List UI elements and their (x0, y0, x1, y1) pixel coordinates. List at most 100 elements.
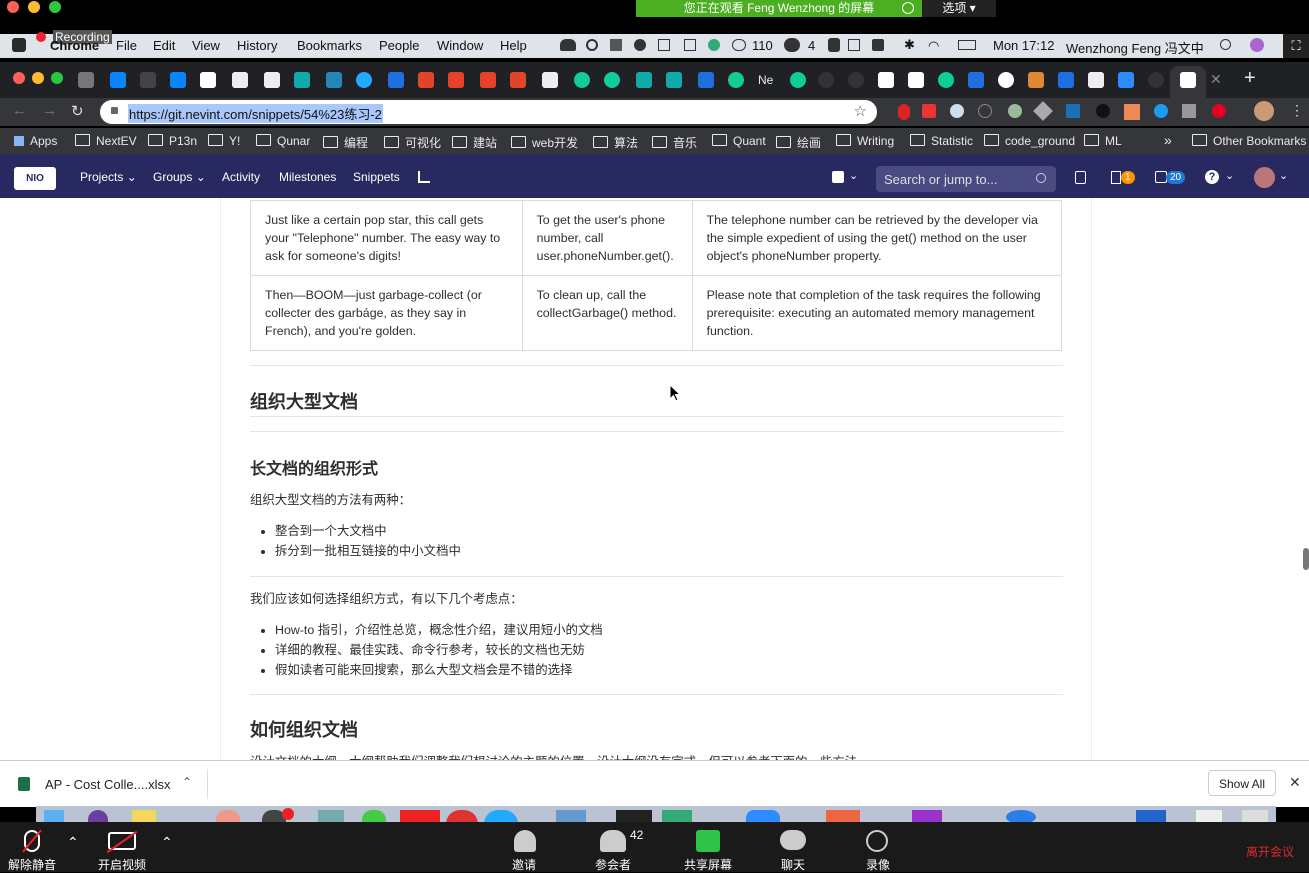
tab-zhihu-icon[interactable] (110, 72, 126, 88)
status-globe-icon[interactable] (708, 39, 720, 51)
plus-icon[interactable] (832, 171, 844, 183)
nav-projects[interactable]: Projects ⌄ (80, 170, 137, 184)
chevron-down-icon[interactable]: ⌄ (849, 169, 858, 182)
tab-favicon-icon[interactable] (140, 72, 156, 88)
participants-label[interactable]: 参会者 (595, 856, 631, 873)
chevron-down-icon[interactable]: ⌄ (1279, 169, 1288, 182)
tab-google-icon[interactable] (998, 72, 1014, 88)
bookmark-other[interactable]: Other Bookmarks (1192, 134, 1306, 148)
scrollbar-thumb[interactable] (1303, 548, 1309, 570)
bookmark-star-icon[interactable]: ☆ (854, 102, 867, 120)
tab-doc-icon[interactable] (542, 72, 558, 88)
options-button[interactable]: 选项 ▾ (922, 0, 996, 17)
menu-help[interactable]: Help (500, 38, 527, 53)
ext-icon[interactable] (950, 104, 964, 118)
ext-rss-icon[interactable] (1124, 104, 1140, 120)
tab-app-icon[interactable] (818, 72, 834, 88)
bookmark-folder[interactable]: Statistic (910, 134, 973, 148)
wechat-icon[interactable] (784, 38, 800, 52)
tab-app-icon[interactable] (326, 72, 342, 88)
chrome-close-icon[interactable] (13, 72, 25, 84)
wifi-icon[interactable]: ◠ (928, 38, 939, 54)
ext-e-icon[interactable] (922, 104, 936, 118)
issues-icon[interactable] (1075, 171, 1086, 184)
tab-gitlab-icon[interactable] (418, 72, 434, 88)
ext-hand-icon[interactable] (898, 104, 910, 120)
back-icon[interactable]: ← (12, 102, 27, 119)
nav-snippets[interactable]: Snippets (353, 170, 400, 184)
tab-doc-icon[interactable] (232, 72, 248, 88)
chevron-up-icon[interactable]: ⌃ (67, 834, 79, 851)
status-square-icon[interactable] (658, 39, 670, 51)
tab-label[interactable]: Ne (758, 73, 773, 87)
bookmark-folder[interactable]: Y! (208, 134, 240, 148)
menu-history[interactable]: History (237, 38, 277, 53)
apple-icon[interactable] (12, 38, 26, 52)
search-input[interactable]: Search or jump to... (876, 166, 1056, 192)
user-avatar[interactable] (1254, 167, 1275, 188)
invite-label[interactable]: 邀请 (512, 856, 536, 873)
share-screen-label[interactable]: 共享屏幕 (684, 856, 732, 873)
merge-request-icon[interactable] (1111, 171, 1121, 184)
start-video-label[interactable]: 开启视频 (98, 856, 146, 873)
ext-icon[interactable] (1182, 104, 1196, 118)
tab-gitlab-icon[interactable] (480, 72, 496, 88)
sync-icon[interactable] (586, 39, 598, 51)
bookmark-folder[interactable]: 绘画 (776, 134, 821, 151)
chart-icon[interactable] (418, 171, 430, 183)
zoom-window-icon[interactable] (49, 1, 61, 13)
menu-app-name[interactable]: Chrome (50, 38, 99, 53)
notification-center-icon[interactable]: ⛶ (1283, 34, 1309, 58)
record-icon[interactable] (866, 830, 888, 852)
tab-app-icon[interactable] (1148, 72, 1164, 88)
tab-zoom-icon[interactable] (1118, 72, 1134, 88)
tab-app-icon[interactable] (790, 72, 806, 88)
ext-icon[interactable] (1096, 104, 1110, 118)
tab-gitlab-icon[interactable] (448, 72, 464, 88)
unmute-label[interactable]: 解除静音 (8, 856, 56, 873)
tab-app-icon[interactable] (356, 72, 372, 88)
minimize-window-icon[interactable] (28, 1, 40, 13)
chrome-menu-icon[interactable]: ⋮ (1290, 102, 1304, 119)
tab-app-icon[interactable] (294, 72, 310, 88)
bookmark-folder[interactable]: 音乐 (652, 134, 697, 151)
share-screen-icon[interactable] (696, 830, 720, 852)
battery-icon[interactable] (958, 40, 976, 50)
chrome-minimize-icon[interactable] (32, 72, 44, 84)
tab-app-icon[interactable] (1028, 72, 1044, 88)
chevron-down-icon[interactable]: ⌄ (1225, 169, 1234, 182)
omnibox[interactable]: https://git.nevint.com/snippets/54%23练习-… (100, 100, 877, 124)
tab-app-icon[interactable] (878, 72, 894, 88)
siri-icon[interactable] (1250, 38, 1264, 52)
bookmark-folder[interactable]: 算法 (593, 134, 638, 151)
tab-close-icon[interactable]: ✕ (1210, 71, 1222, 88)
tab-app-icon[interactable] (938, 72, 954, 88)
show-all-button[interactable]: Show All (1208, 770, 1276, 796)
menu-view[interactable]: View (192, 38, 220, 53)
status-app-icon[interactable] (560, 39, 576, 51)
tab-confluence-icon[interactable] (388, 72, 404, 88)
bookmark-folder[interactable]: 建站 (452, 134, 497, 151)
mic-status-icon[interactable] (828, 38, 840, 52)
tab-app-icon[interactable] (848, 72, 864, 88)
ext-info-icon[interactable] (978, 104, 992, 118)
nav-groups[interactable]: Groups ⌄ (153, 170, 206, 184)
bookmark-folder[interactable]: P13n (148, 134, 197, 148)
bookmark-folder[interactable]: web开发 (511, 134, 578, 151)
menu-file[interactable]: File (116, 38, 137, 53)
tab-confluence-icon[interactable] (1058, 72, 1074, 88)
nav-activity[interactable]: Activity (222, 170, 260, 184)
menu-window[interactable]: Window (437, 38, 483, 53)
ext-pinterest-icon[interactable] (1212, 104, 1226, 118)
tab-confluence-icon[interactable] (968, 72, 984, 88)
tab-confluence-icon[interactable] (698, 72, 714, 88)
chevron-up-icon[interactable]: ⌃ (161, 834, 173, 851)
bookmark-folder[interactable]: code_ground (984, 134, 1075, 148)
tab-favicon-icon[interactable] (78, 72, 94, 88)
url-text[interactable]: https://git.nevint.com/snippets/54%23练习-… (128, 104, 383, 123)
bookmark-folder[interactable]: Quant (712, 134, 766, 148)
download-filename[interactable]: AP - Cost Colle....xlsx (45, 777, 170, 792)
gitlab-logo[interactable]: NIO (14, 167, 56, 190)
chevron-up-icon[interactable]: ⌃ (182, 775, 192, 789)
tab-app-icon[interactable] (636, 72, 652, 88)
